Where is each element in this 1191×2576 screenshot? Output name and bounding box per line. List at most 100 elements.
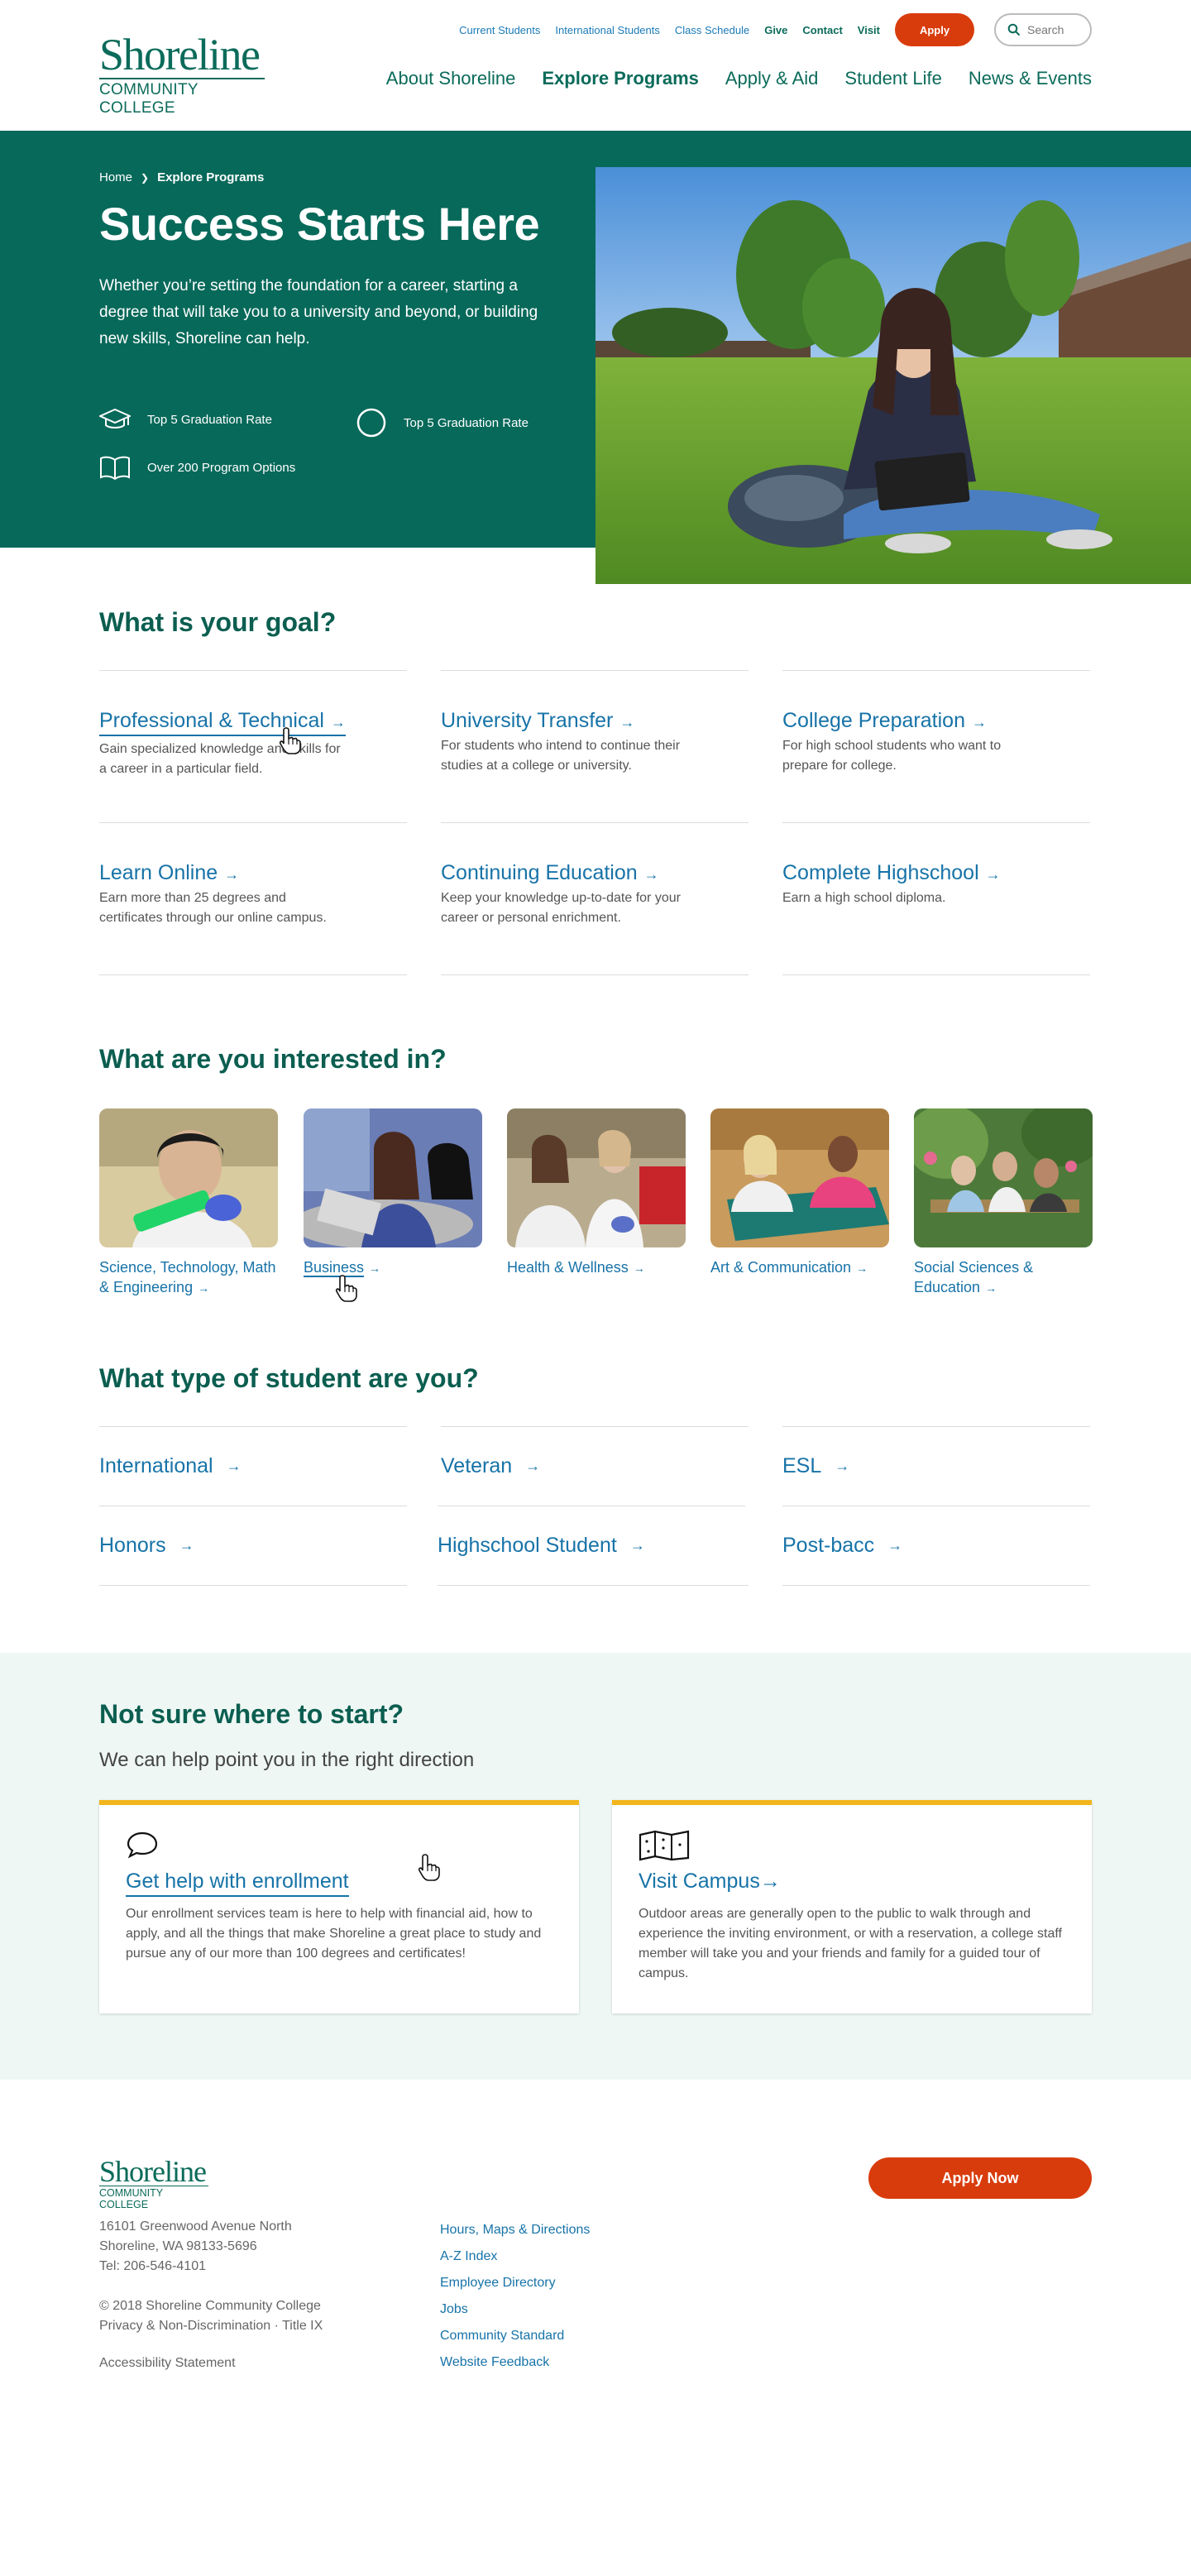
student-type-label: ESL (782, 1454, 822, 1477)
card-enrollment-help[interactable]: Get help with enrollment Our enrollment … (99, 1800, 579, 2013)
goal-continuing-education[interactable]: Continuing Education → Keep your knowledg… (441, 822, 749, 928)
photo-business-students (304, 1108, 482, 1247)
interest-art-communication[interactable]: Art & Communication → (710, 1108, 889, 1278)
card-link[interactable]: Visit Campus→ (639, 1870, 781, 1894)
interest-business[interactable]: Business → (304, 1108, 482, 1278)
student-type-honors[interactable]: Honors → (99, 1506, 407, 1585)
goal-link[interactable]: Complete Highschool → (782, 861, 1001, 885)
arrow-right-icon: → (633, 1262, 645, 1275)
goal-link[interactable]: College Preparation → (782, 709, 987, 733)
arrow-right-icon: → (971, 714, 987, 730)
open-book-icon (100, 456, 130, 480)
util-link-class-schedule[interactable]: Class Schedule (675, 24, 749, 36)
nav-student-life[interactable]: Student Life (844, 68, 941, 89)
arrow-right-icon: → (198, 1281, 210, 1295)
student-type-label: Veteran (441, 1454, 513, 1477)
apply-now-button[interactable]: Apply Now (868, 2157, 1092, 2199)
interest-social-sciences-education[interactable]: Social Sciences & Education → (914, 1108, 1093, 1298)
arrow-right-icon: → (619, 714, 635, 730)
divider (438, 1585, 749, 1586)
apply-button[interactable]: Apply (895, 13, 974, 46)
search-input[interactable] (1027, 23, 1085, 36)
util-link-visit[interactable]: Visit (858, 24, 880, 36)
logo-wordmark: Shoreline (99, 30, 261, 79)
address-line: Shoreline, WA 98133-5696 (99, 2239, 257, 2253)
chevron-right-icon: ❯ (141, 171, 150, 184)
goal-learn-online[interactable]: Learn Online → Earn more than 25 degrees … (99, 822, 407, 928)
footer-legal: © 2018 Shoreline Community College Priva… (99, 2296, 323, 2336)
nav-explore-programs[interactable]: Explore Programs (542, 68, 699, 89)
breadcrumb-home[interactable]: Home (99, 170, 132, 184)
interest-label[interactable]: Art & Communication → (710, 1257, 889, 1278)
footer-link-hours-maps[interactable]: Hours, Maps & Directions (440, 2217, 590, 2243)
footer-link-community-standard[interactable]: Community Standard (440, 2323, 590, 2349)
hand-cursor-icon (335, 1275, 357, 1302)
stat-program-options: Over 200 Program Options (99, 455, 295, 480)
interest-label[interactable]: Social Sciences & Education → (914, 1257, 1093, 1298)
goal-link[interactable]: Learn Online → (99, 861, 239, 885)
photo-health-lab (507, 1108, 686, 1247)
student-type-label: International (99, 1454, 213, 1477)
util-link-current-students[interactable]: Current Students (459, 24, 540, 36)
arrow-right-icon: → (759, 1870, 781, 1893)
footer-link-jobs[interactable]: Jobs (440, 2296, 590, 2323)
footer-link-az-index[interactable]: A-Z Index (440, 2243, 590, 2270)
goal-complete-highschool[interactable]: Complete Highschool → Earn a high school … (782, 822, 1090, 908)
help-section: Not sure where to start? We can help poi… (0, 1653, 1191, 2080)
arrow-right-icon: → (369, 1262, 381, 1275)
util-link-give[interactable]: Give (764, 24, 787, 36)
hero-intro: Whether you’re setting the foundation fo… (99, 277, 538, 347)
footer-address: 16101 Greenwood Avenue North Shoreline, … (99, 2217, 292, 2277)
student-type-veteran[interactable]: Veteran → (441, 1426, 749, 1506)
interests-title: What are you interested in? (99, 1044, 447, 1074)
privacy-link[interactable]: Privacy & Non-Discrimination · Title IX (99, 2316, 323, 2336)
speech-bubble-icon (127, 1831, 158, 1859)
arrow-right-icon: → (224, 866, 240, 883)
interest-label[interactable]: Health & Wellness → (507, 1257, 686, 1278)
help-title: Not sure where to start? (99, 1699, 404, 1729)
nav-news-events[interactable]: News & Events (969, 68, 1092, 89)
card-visit-campus[interactable]: Visit Campus→ Outdoor areas are generall… (612, 1800, 1092, 2013)
logo-subtitle: COMMUNITY COLLEGE (99, 78, 265, 117)
util-link-international-students[interactable]: International Students (555, 24, 659, 36)
util-link-contact[interactable]: Contact (802, 24, 842, 36)
arrow-right-icon: → (629, 1537, 645, 1554)
footer-logo[interactable]: Shoreline COMMUNITY COLLEGE (99, 2157, 208, 2210)
footer-link-website-feedback[interactable]: Website Feedback (440, 2349, 590, 2376)
accessibility-link[interactable]: Accessibility Statement (99, 2356, 236, 2371)
student-type-post-bacc[interactable]: Post-bacc → (782, 1506, 1090, 1585)
goal-link[interactable]: Continuing Education → (441, 861, 659, 885)
student-type-label: Honors (99, 1534, 166, 1557)
stat-label: Top 5 Graduation Rate (147, 412, 272, 427)
student-type-international[interactable]: International → (99, 1426, 407, 1506)
interest-stem[interactable]: Science, Technology, Math & Engineering → (99, 1108, 278, 1298)
card-link[interactable]: Get help with enrollment (126, 1870, 349, 1897)
search-box[interactable] (994, 13, 1092, 46)
goal-professional-technical[interactable]: Professional & Technical → Gain specializ… (99, 670, 407, 779)
student-type-highschool[interactable]: Highschool Student → (438, 1506, 745, 1585)
hero-section: Home ❯ Explore Programs Success Starts H… (0, 131, 1191, 584)
arrow-right-icon: → (643, 866, 659, 883)
student-type-esl[interactable]: ESL → (782, 1426, 1090, 1506)
goal-description: Keep your knowledge up-to-date for your … (441, 891, 681, 925)
interest-health-wellness[interactable]: Health & Wellness → (507, 1108, 686, 1278)
interest-label[interactable]: Science, Technology, Math & Engineering → (99, 1257, 278, 1298)
site-logo[interactable]: Shoreline COMMUNITY COLLEGE (99, 30, 265, 117)
footer-link-employee-directory[interactable]: Employee Directory (440, 2270, 590, 2296)
goal-link[interactable]: Professional & Technical → (99, 709, 346, 736)
hero-photo-student-on-lawn (596, 167, 1191, 584)
logo-wordmark: Shoreline (99, 2155, 207, 2188)
breadcrumb-current: Explore Programs (157, 170, 265, 184)
graduation-cap-icon (99, 408, 131, 429)
nav-about[interactable]: About Shoreline (386, 68, 516, 89)
arrow-right-icon: → (330, 714, 346, 730)
nav-apply-aid[interactable]: Apply & Aid (725, 68, 819, 89)
goal-college-preparation[interactable]: College Preparation → For high school stu… (782, 670, 1090, 776)
goal-link[interactable]: University Transfer → (441, 709, 634, 733)
divider (99, 974, 407, 975)
goal-university-transfer[interactable]: University Transfer → For students who in… (441, 670, 749, 776)
goal-description: For students who intend to continue thei… (441, 739, 681, 773)
goals-title: What is your goal? (99, 607, 337, 637)
interest-label[interactable]: Business → (304, 1257, 482, 1278)
arrow-right-icon: → (835, 1458, 850, 1474)
